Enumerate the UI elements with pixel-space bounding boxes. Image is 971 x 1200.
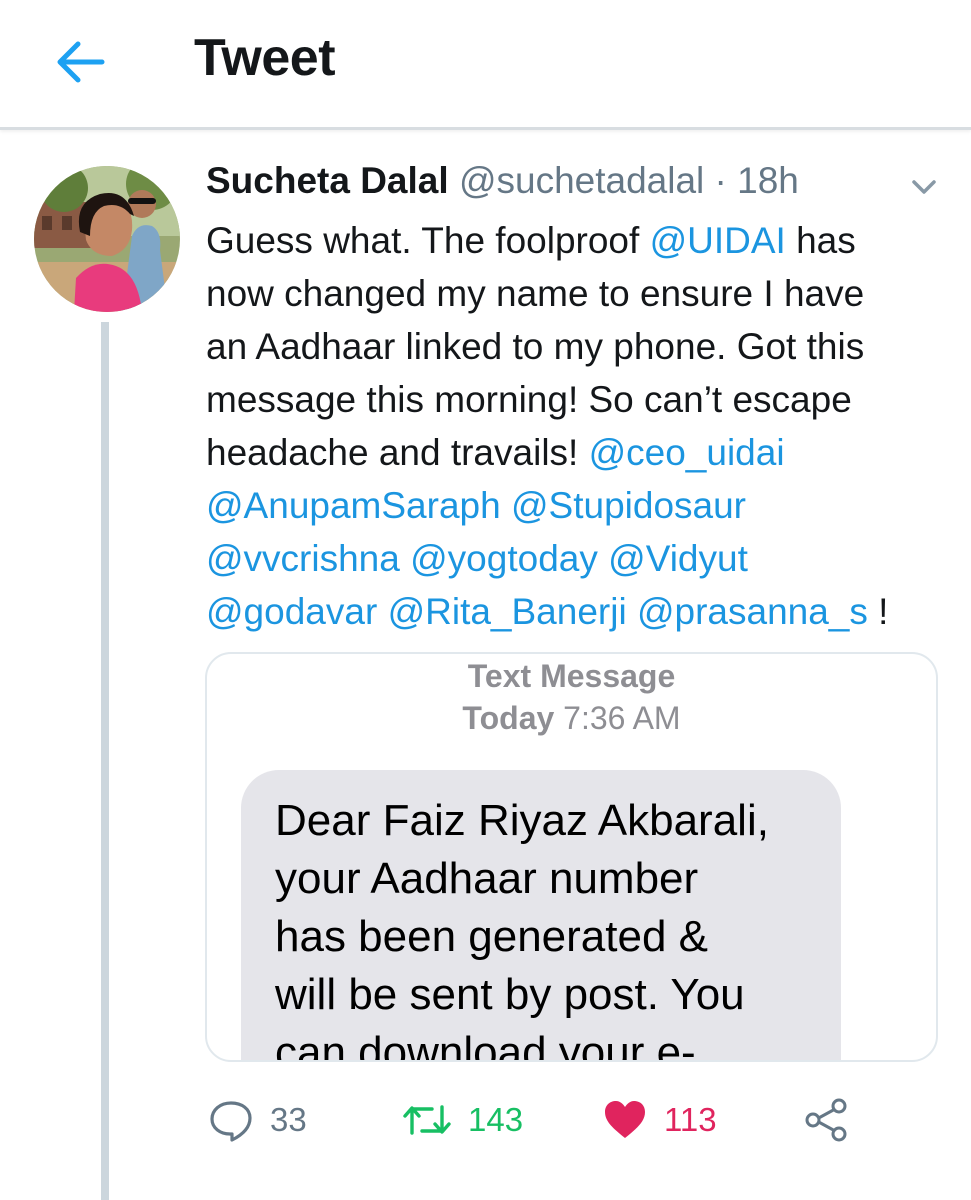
tweet-line: headache and travails! @ceo_uidai	[206, 432, 785, 473]
mention-link[interactable]: @ceo_uidai	[589, 432, 785, 473]
reply-count: 33	[270, 1101, 307, 1138]
tweet-line: an Aadhaar linked to my phone. Got this	[206, 326, 865, 367]
mention-link[interactable]: @vvcrishna	[206, 538, 400, 579]
mention-link[interactable]: @Vidyut	[608, 538, 748, 579]
thread-line	[101, 322, 109, 1200]
page-title: Tweet	[194, 29, 336, 87]
sms-line: Dear Faiz Riyaz Akbarali,	[275, 796, 769, 845]
tweet-header: Sucheta Dalal @suchetadalal · 18h	[206, 160, 799, 202]
mention-link[interactable]: @Rita_Banerji	[388, 591, 627, 632]
mention-link[interactable]: @UIDAI	[650, 220, 786, 261]
heart-icon	[605, 1101, 645, 1138]
tweet-line: message this morning! So can’t escape	[206, 379, 852, 420]
arrow-left-icon	[57, 41, 105, 83]
mention-link[interactable]: @yogtoday	[410, 538, 598, 579]
tweet-line: Guess what. The foolproof @UIDAI has	[206, 220, 856, 261]
media-image[interactable]: Text Message Today 7:36 AM Dear Faiz Riy…	[205, 652, 938, 1062]
share-button[interactable]	[802, 1090, 850, 1150]
avatar[interactable]	[34, 166, 180, 312]
mention-link[interactable]: @prasanna_s	[637, 591, 868, 632]
tweet-line: @AnupamSaraph @Stupidosaur	[206, 479, 946, 532]
sms-line: can download your e-	[275, 1028, 696, 1062]
tweet-line: now changed my name to ensure I have	[206, 273, 865, 314]
retweet-button[interactable]: 143	[402, 1090, 523, 1150]
mention-link[interactable]: @AnupamSaraph	[206, 485, 501, 526]
author-name[interactable]: Sucheta Dalal	[206, 160, 449, 201]
tweet-line: @godavar @Rita_Banerji @prasanna_s !	[206, 591, 889, 632]
tweet-menu-button[interactable]	[904, 172, 944, 202]
sms-bubble: Dear Faiz Riyaz Akbarali, your Aadhaar n…	[241, 770, 841, 1062]
tweet-time[interactable]: 18h	[737, 160, 799, 201]
mention-link[interactable]: @Stupidosaur	[511, 485, 746, 526]
tweet-line: @vvcrishna @yogtoday @Vidyut	[206, 532, 946, 585]
mention-link[interactable]: @godavar	[206, 591, 377, 632]
tweet-text: Guess what. The foolproof @UIDAI has now…	[206, 214, 946, 638]
tweet-actions: 33 143 113	[206, 1090, 946, 1150]
reply-icon	[210, 1101, 252, 1142]
sms-timestamp: Today 7:36 AM	[462, 700, 681, 736]
reply-button[interactable]: 33	[208, 1090, 307, 1150]
separator-dot: ·	[704, 160, 738, 201]
sms-line: will be sent by post. You	[275, 970, 745, 1019]
retweet-icon	[403, 1105, 451, 1135]
sms-label: Text Message	[467, 658, 676, 694]
author-handle[interactable]: @suchetadalal	[459, 160, 704, 201]
share-icon	[805, 1098, 847, 1142]
like-count: 113	[664, 1101, 717, 1138]
top-bar: Tweet	[0, 0, 971, 130]
retweet-count: 143	[468, 1101, 524, 1138]
sms-line: has been generated &	[275, 912, 709, 961]
back-button[interactable]	[48, 34, 112, 90]
like-button[interactable]: 113	[602, 1090, 717, 1150]
sms-line: your Aadhaar number	[275, 854, 699, 903]
chevron-down-icon	[912, 180, 936, 194]
